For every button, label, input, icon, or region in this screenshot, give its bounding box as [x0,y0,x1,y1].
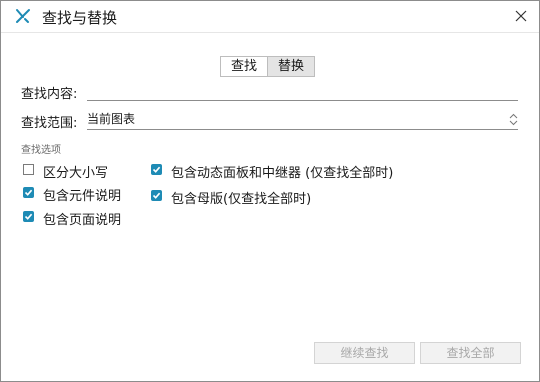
options-section-title: 查找选项 [21,145,61,156]
option-label: 包含元件说明 [43,189,122,204]
checkbox[interactable] [23,164,34,175]
mode-tabs: 查找 替换 [220,56,316,77]
find-input[interactable] [87,81,518,101]
close-icon[interactable] [513,8,529,24]
checkbox[interactable] [23,211,34,222]
app-icon [15,8,31,24]
option-label: 包含动态面板和中继器 (仅查找全部时) [171,166,394,181]
find-label: 查找内容: [21,87,78,102]
option-label: 包含母版(仅查找全部时) [171,192,312,207]
find-replace-dialog: 查找与替换 查找 替换 查找内容: 查找范围: 当前图表 查找选项 区分大小写 … [0,0,540,382]
find-all-button[interactable]: 查找全部 [420,342,521,364]
checkbox[interactable] [151,190,162,201]
option-label: 包含页面说明 [43,213,122,228]
title-bar: 查找与替换 [1,1,539,33]
tab-replace[interactable]: 替换 [268,57,315,76]
checkbox[interactable] [151,164,162,175]
continue-find-button[interactable]: 继续查找 [314,342,415,364]
option-label: 区分大小写 [43,166,109,181]
window-title: 查找与替换 [42,9,118,27]
tab-find[interactable]: 查找 [221,57,269,76]
scope-label: 查找范围: [21,116,78,131]
checkbox[interactable] [23,187,34,198]
scope-select[interactable]: 当前图表 [87,110,518,130]
scope-selected-value: 当前图表 [87,112,136,126]
updown-arrows-icon [509,113,518,126]
